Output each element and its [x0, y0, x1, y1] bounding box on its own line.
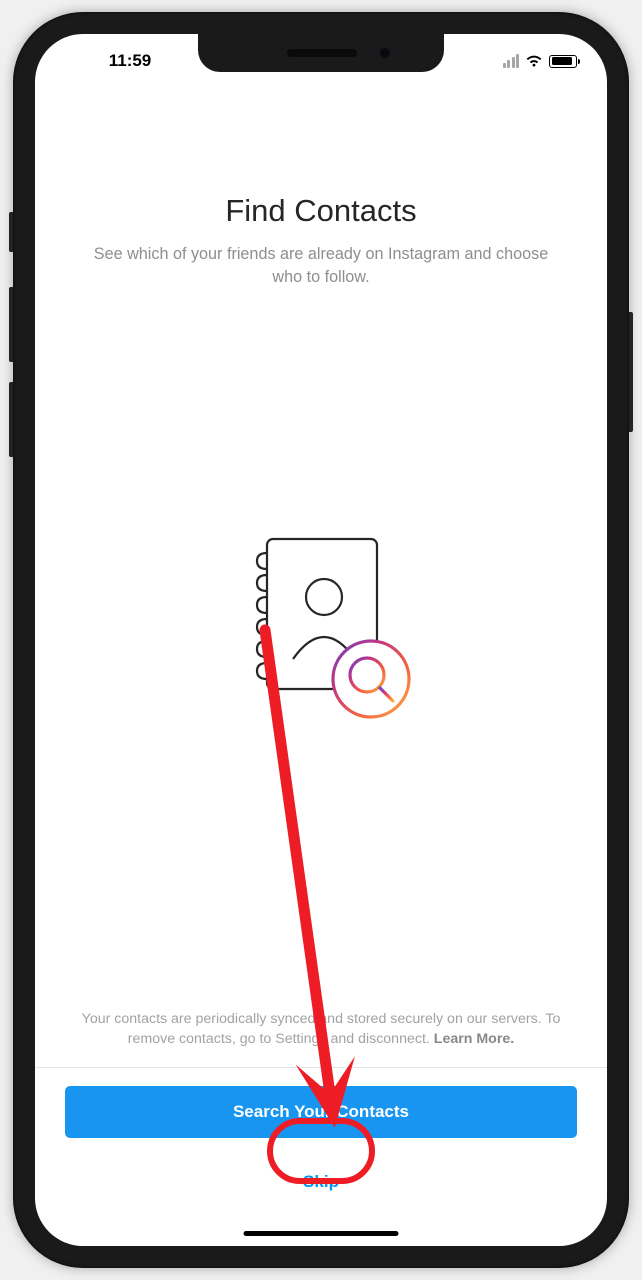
volume-up-button [9, 287, 13, 362]
cellular-signal-icon [503, 54, 520, 68]
volume-down-button [9, 382, 13, 457]
home-indicator[interactable] [244, 1231, 399, 1236]
main-content: Find Contacts See which of your friends … [35, 88, 607, 1246]
status-time: 11:59 [65, 51, 195, 71]
divider [35, 1067, 607, 1068]
mute-switch [9, 212, 13, 252]
front-camera [379, 47, 391, 59]
wifi-icon [525, 54, 543, 68]
skip-button[interactable]: Skip [275, 1162, 367, 1202]
search-contacts-button[interactable]: Search Your Contacts [65, 1086, 577, 1138]
power-button [629, 312, 633, 432]
speaker-grille [287, 49, 357, 57]
fine-print: Your contacts are periodically synced an… [65, 1009, 577, 1067]
page-title: Find Contacts [79, 193, 563, 229]
phone-frame: 11:59 Find Contacts See which of yo [13, 12, 629, 1268]
contacts-illustration-icon [211, 519, 431, 739]
notch [198, 34, 444, 72]
battery-icon [549, 55, 577, 68]
learn-more-link[interactable]: Learn More. [434, 1031, 514, 1047]
screen: 11:59 Find Contacts See which of yo [35, 34, 607, 1246]
